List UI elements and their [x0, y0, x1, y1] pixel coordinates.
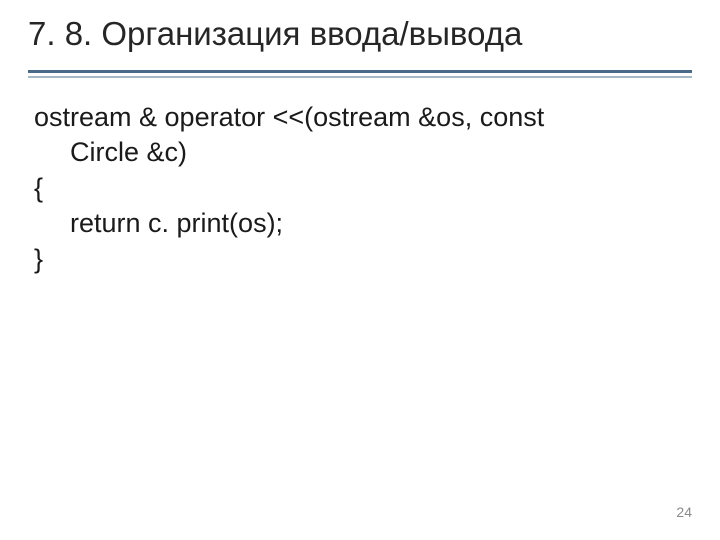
code-line-4: return c. print(os); [34, 206, 686, 242]
slide-body: ostream & operator <<(ostream &os, const… [0, 78, 720, 278]
code-line-5: } [34, 242, 686, 278]
slide-title: 7. 8. Организация ввода/вывода [28, 14, 692, 64]
code-line-2: Circle &c) [34, 135, 686, 171]
rule-line-top [28, 70, 692, 73]
title-underline [28, 70, 692, 78]
title-area: 7. 8. Организация ввода/вывода [0, 0, 720, 78]
page-number: 24 [676, 504, 692, 520]
slide: 7. 8. Организация ввода/вывода ostream &… [0, 0, 720, 540]
code-line-1: ostream & operator <<(ostream &os, const [34, 100, 686, 136]
rule-line-bottom [28, 76, 692, 78]
code-line-3: { [34, 171, 686, 207]
